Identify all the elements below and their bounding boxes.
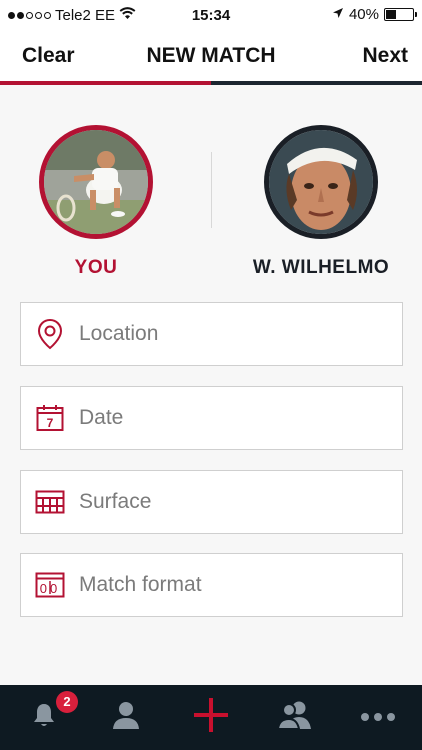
calendar-day-text: 7 <box>47 416 54 430</box>
tab-notifications[interactable]: 2 <box>2 685 86 750</box>
tab-more[interactable] <box>336 685 420 750</box>
status-bar: Tele2 EE 15:34 40% <box>0 0 422 32</box>
add-match-icon <box>193 697 229 738</box>
player-you[interactable]: YOU <box>1 125 191 279</box>
calendar-icon: 7 <box>21 404 79 432</box>
date-field[interactable]: 7 Date <box>20 386 403 450</box>
players-divider <box>211 152 212 228</box>
date-label: Date <box>79 406 124 429</box>
scoreboard-icon: 00 <box>21 572 79 598</box>
location-arrow-icon <box>332 6 344 23</box>
tab-bar: 2 <box>0 685 422 750</box>
notification-badge: 2 <box>56 691 78 713</box>
location-field[interactable]: Location <box>20 302 403 366</box>
match-format-label: Match format <box>79 573 202 596</box>
more-icon <box>360 709 396 727</box>
page-title: NEW MATCH <box>146 44 276 67</box>
player-name-you: YOU <box>74 257 118 278</box>
tab-new-match[interactable] <box>169 685 253 750</box>
surface-label: Surface <box>79 490 152 513</box>
player-opponent[interactable]: W. WILHELMO <box>226 125 416 279</box>
progress-fill <box>0 81 211 85</box>
opponent-avatar[interactable] <box>264 125 378 239</box>
battery-icon <box>384 8 417 21</box>
scoreboard-digits-text: 00 <box>40 581 60 596</box>
profile-icon <box>111 700 141 735</box>
player-name-opponent: W. WILHELMO <box>252 257 390 278</box>
navigation-bar: Clear NEW MATCH Next <box>0 32 422 82</box>
court-grid-icon <box>21 490 79 514</box>
battery-percent: 40% <box>348 6 379 23</box>
tab-profile[interactable] <box>84 685 168 750</box>
battery-info: 40% <box>332 6 417 23</box>
notifications-icon <box>30 701 58 734</box>
step-progress-bar <box>0 81 422 85</box>
player-photo <box>44 130 148 234</box>
player-avatar[interactable] <box>39 125 153 239</box>
tab-friends[interactable] <box>253 685 337 750</box>
surface-field[interactable]: Surface <box>20 470 403 534</box>
friends-icon <box>276 700 313 735</box>
next-button[interactable]: Next <box>362 44 408 68</box>
match-format-field[interactable]: 00 Match format <box>20 553 403 617</box>
location-pin-icon <box>21 318 79 350</box>
location-label: Location <box>79 322 159 345</box>
opponent-photo <box>269 130 373 234</box>
